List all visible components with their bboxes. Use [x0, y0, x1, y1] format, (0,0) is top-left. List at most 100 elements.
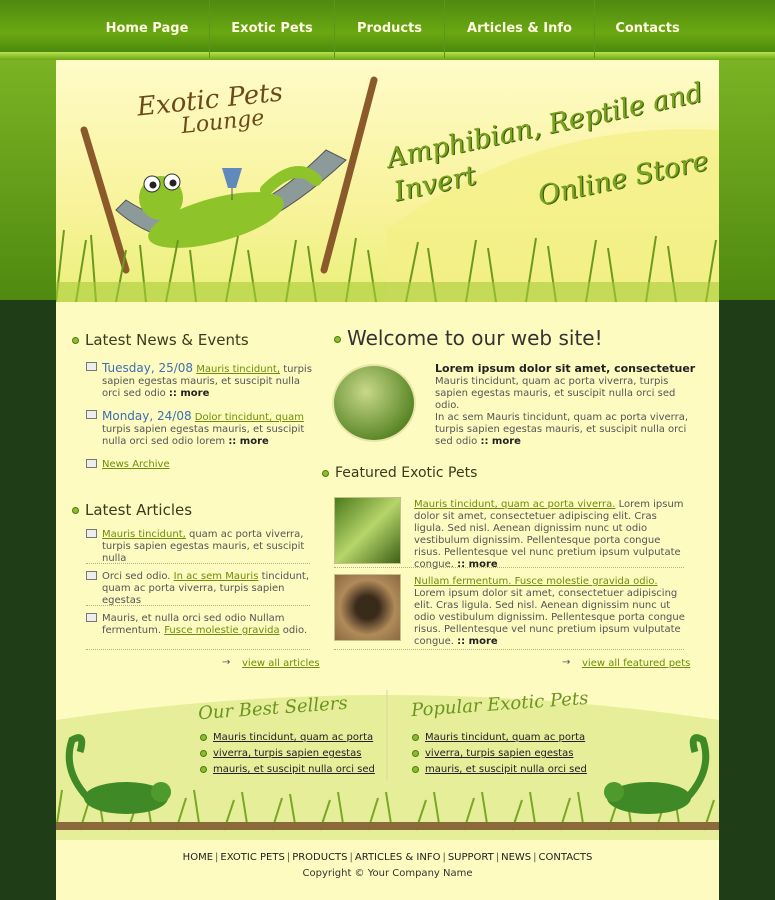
news-icon: [86, 459, 97, 468]
featured-pet-more-link[interactable]: :: more: [457, 559, 497, 570]
best-seller-item[interactable]: mauris, et suscipit nulla orci sed: [200, 762, 375, 778]
welcome-paragraph-1: Mauris tincidunt, quam ac porta viverra,…: [435, 376, 676, 411]
arrow-icon: →: [562, 657, 571, 668]
article-link[interactable]: In ac sem Mauris: [174, 571, 259, 582]
divider: [86, 563, 310, 564]
header-banner: Exotic Pets Lounge Amphibian, Reptile an…: [56, 60, 719, 302]
main-nav: Home Page Exotic Pets Products Articles …: [85, 0, 700, 58]
news-more-link[interactable]: :: more: [228, 436, 268, 447]
featured-pet-link[interactable]: Nullam fermentum. Fusce molestie gravida…: [414, 576, 658, 587]
latest-news-title-text: Latest News & Events: [85, 331, 249, 349]
nav-home[interactable]: Home Page: [85, 0, 210, 58]
featured-pet-item: Mauris tincidunt, quam ac porta viverra.…: [414, 499, 686, 571]
view-all-featured-link[interactable]: view all featured pets: [582, 658, 690, 669]
top-navigation-bar: Home Page Exotic Pets Products Articles …: [0, 0, 775, 60]
left-side-green: [0, 60, 56, 300]
featured-pet-more-link[interactable]: :: more: [457, 636, 497, 647]
welcome-more-link[interactable]: :: more: [480, 436, 520, 447]
news-more-link[interactable]: :: more: [169, 388, 209, 399]
welcome-paragraph-2: In ac sem Mauris tincidunt, quam ac port…: [435, 412, 697, 448]
news-date: Tuesday, 25/08: [102, 361, 194, 375]
best-sellers-background: [56, 690, 719, 840]
latest-articles-title-text: Latest Articles: [85, 501, 193, 519]
best-seller-text: Mauris tincidunt, quam ac porta: [213, 732, 374, 743]
divider: [86, 649, 310, 650]
nav-articles-info[interactable]: Articles & Info: [445, 0, 595, 58]
best-seller-item[interactable]: viverra, turpis sapien egestas: [200, 746, 375, 762]
featured-pets-title-text: Featured Exotic Pets: [335, 465, 478, 481]
popular-pet-item[interactable]: Mauris tincidunt, quam ac porta: [412, 730, 587, 746]
latest-news-title: Latest News & Events: [72, 331, 249, 349]
article-link[interactable]: Fusce molestie gravida: [164, 625, 279, 636]
popular-pets-list: Mauris tincidunt, quam ac porta viverra,…: [412, 730, 587, 778]
list-bullet-icon: [200, 749, 207, 757]
arrow-icon: →: [222, 657, 231, 668]
footer-contacts[interactable]: CONTACTS: [539, 852, 593, 863]
footer-products[interactable]: PRODUCTS: [292, 852, 347, 863]
news-item: Tuesday, 25/08 Mauris tincidunt, turpis …: [86, 361, 312, 400]
featured-pet-item: Nullam fermentum. Fusce molestie gravida…: [414, 576, 686, 648]
news-icon: [86, 410, 97, 419]
footer-exotic-pets[interactable]: EXOTIC PETS: [220, 852, 284, 863]
popular-pet-item[interactable]: viverra, turpis sapien egestas: [412, 746, 587, 762]
welcome-title: Welcome to our web site!: [334, 326, 603, 350]
news-link[interactable]: Mauris tincidunt,: [196, 364, 280, 375]
page-container: Exotic Pets Lounge Amphibian, Reptile an…: [56, 60, 719, 900]
view-all-articles-link[interactable]: view all articles: [242, 658, 320, 669]
welcome-title-text: Welcome to our web site!: [347, 326, 603, 350]
section-bullet-icon: [322, 469, 329, 477]
featured-pet-link[interactable]: Mauris tincidunt, quam ac porta viverra.: [414, 499, 615, 510]
welcome-heading: Lorem ipsum dolor sit amet, consectetuer: [435, 362, 696, 375]
section-bullet-icon: [72, 507, 79, 514]
section-bullet-icon: [72, 337, 79, 344]
separator: |: [349, 852, 353, 863]
article-icon: [86, 571, 97, 580]
best-sellers-area: Our Best Sellers Mauris tincidunt, quam …: [56, 680, 719, 840]
popular-pet-text: Mauris tincidunt, quam ac porta: [425, 732, 586, 743]
article-text-post: odio.: [279, 625, 308, 636]
separator: |: [533, 852, 537, 863]
footer-news[interactable]: NEWS: [501, 852, 531, 863]
popular-pet-text: mauris, et suscipit nulla orci sed: [425, 764, 587, 775]
nav-exotic-pets[interactable]: Exotic Pets: [210, 0, 335, 58]
list-bullet-icon: [200, 765, 207, 773]
best-seller-item[interactable]: Mauris tincidunt, quam ac porta: [200, 730, 375, 746]
news-text: turpis sapien egestas mauris, et suscipi…: [102, 424, 305, 447]
best-seller-text: viverra, turpis sapien egestas: [213, 748, 362, 759]
latest-articles-title: Latest Articles: [72, 501, 192, 519]
nav-products[interactable]: Products: [335, 0, 445, 58]
news-link[interactable]: Dolor tincidunt, quam: [195, 412, 304, 423]
divider: [334, 567, 684, 568]
list-bullet-icon: [412, 733, 419, 741]
nav-contacts[interactable]: Contacts: [595, 0, 700, 58]
list-bullet-icon: [412, 749, 419, 757]
divider: [334, 649, 684, 650]
popular-pet-item[interactable]: mauris, et suscipit nulla orci sed: [412, 762, 587, 778]
article-icon: [86, 529, 97, 538]
featured-pets-title: Featured Exotic Pets: [322, 465, 477, 481]
news-archive-item: News Archive: [86, 459, 312, 471]
article-item: Mauris tincidunt, quam ac porta viverra,…: [86, 529, 312, 565]
tarantula-thumbnail[interactable]: [334, 574, 401, 641]
separator: |: [442, 852, 446, 863]
article-item: Orci sed odio. In ac sem Mauris tincidun…: [86, 571, 312, 607]
lizard-thumbnail[interactable]: [334, 497, 401, 564]
footer-nav: HOME | EXOTIC PETS | PRODUCTS | ARTICLES & INF…: [56, 852, 719, 863]
footer-home[interactable]: HOME: [183, 852, 213, 863]
popular-pet-text: viverra, turpis sapien egestas: [425, 748, 574, 759]
news-archive-link[interactable]: News Archive: [102, 459, 170, 470]
iguana-image: [332, 364, 416, 442]
best-seller-text: mauris, et suscipit nulla orci sed: [213, 764, 375, 775]
article-item: Mauris, et nulla orci sed odio Nullam fe…: [86, 613, 312, 637]
footer-articles-info[interactable]: ARTICLES & INFO: [355, 852, 441, 863]
best-sellers-list: Mauris tincidunt, quam ac porta viverra,…: [200, 730, 375, 778]
welcome-paragraph-2-text: In ac sem Mauris tincidunt, quam ac port…: [435, 412, 689, 447]
article-icon: [86, 613, 97, 622]
featured-pet-text: Lorem ipsum dolor sit amet, consectetuer…: [414, 588, 685, 647]
divider: [86, 605, 310, 606]
section-bullet-icon: [334, 336, 341, 343]
footer-support[interactable]: SUPPORT: [448, 852, 494, 863]
list-bullet-icon: [412, 765, 419, 773]
article-link[interactable]: Mauris tincidunt,: [102, 529, 186, 540]
article-text-pre: Orci sed odio.: [102, 571, 174, 582]
